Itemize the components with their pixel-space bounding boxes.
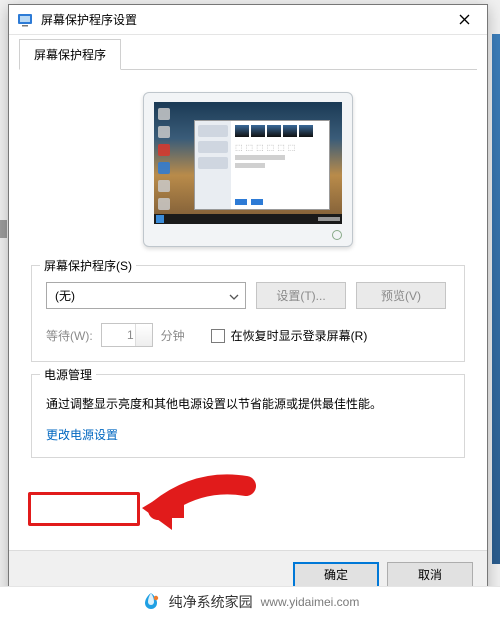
watermark-brand: 纯净系统家园 [169, 592, 253, 612]
screensaver-select[interactable]: (无) [46, 282, 246, 309]
power-management-group: 电源管理 通过调整显示亮度和其他电源设置以节省能源或提供最佳性能。 更改电源设置 [31, 374, 465, 458]
cancel-button[interactable]: 取消 [387, 562, 473, 588]
ok-button[interactable]: 确定 [293, 562, 379, 588]
group-legend-screensaver: 屏幕保护程序(S) [40, 257, 136, 274]
screensaver-settings-dialog: 屏幕保护程序设置 屏幕保护程序 [8, 4, 488, 599]
monitor-preview: ⬚⬚⬚⬚⬚⬚ [143, 92, 353, 247]
screensaver-preview: ⬚⬚⬚⬚⬚⬚ [31, 84, 465, 265]
close-button[interactable] [442, 5, 487, 35]
settings-button[interactable]: 设置(T)... [256, 282, 346, 309]
watermark-url: www.yidaimei.com [261, 595, 360, 609]
screensaver-select-value: (无) [55, 287, 75, 304]
app-icon [17, 12, 33, 28]
chevron-down-icon [229, 289, 239, 303]
wait-minutes-spinner[interactable]: 1 [101, 323, 153, 347]
minutes-label: 分钟 [161, 327, 185, 344]
preview-button[interactable]: 预览(V) [356, 282, 446, 309]
screensaver-group: 屏幕保护程序(S) (无) 设置(T)... 预览(V) 等待(W): 1 分钟 [31, 265, 465, 362]
group-legend-power: 电源管理 [40, 366, 96, 383]
change-power-settings-link[interactable]: 更改电源设置 [46, 426, 450, 443]
tab-screensaver[interactable]: 屏幕保护程序 [19, 39, 121, 70]
page-title: 屏幕保护程序设置 [41, 11, 442, 28]
wait-label: 等待(W): [46, 327, 93, 344]
watermark: 纯净系统家园 www.yidaimei.com [0, 587, 500, 617]
watermark-logo-icon [141, 592, 161, 612]
resume-login-checkbox[interactable]: 在恢复时显示登录屏幕(R) [211, 327, 368, 344]
checkbox-icon [211, 329, 225, 343]
power-desc: 通过调整显示亮度和其他电源设置以节省能源或提供最佳性能。 [46, 395, 450, 412]
titlebar: 屏幕保护程序设置 [9, 5, 487, 35]
tab-strip: 屏幕保护程序 [9, 35, 487, 70]
